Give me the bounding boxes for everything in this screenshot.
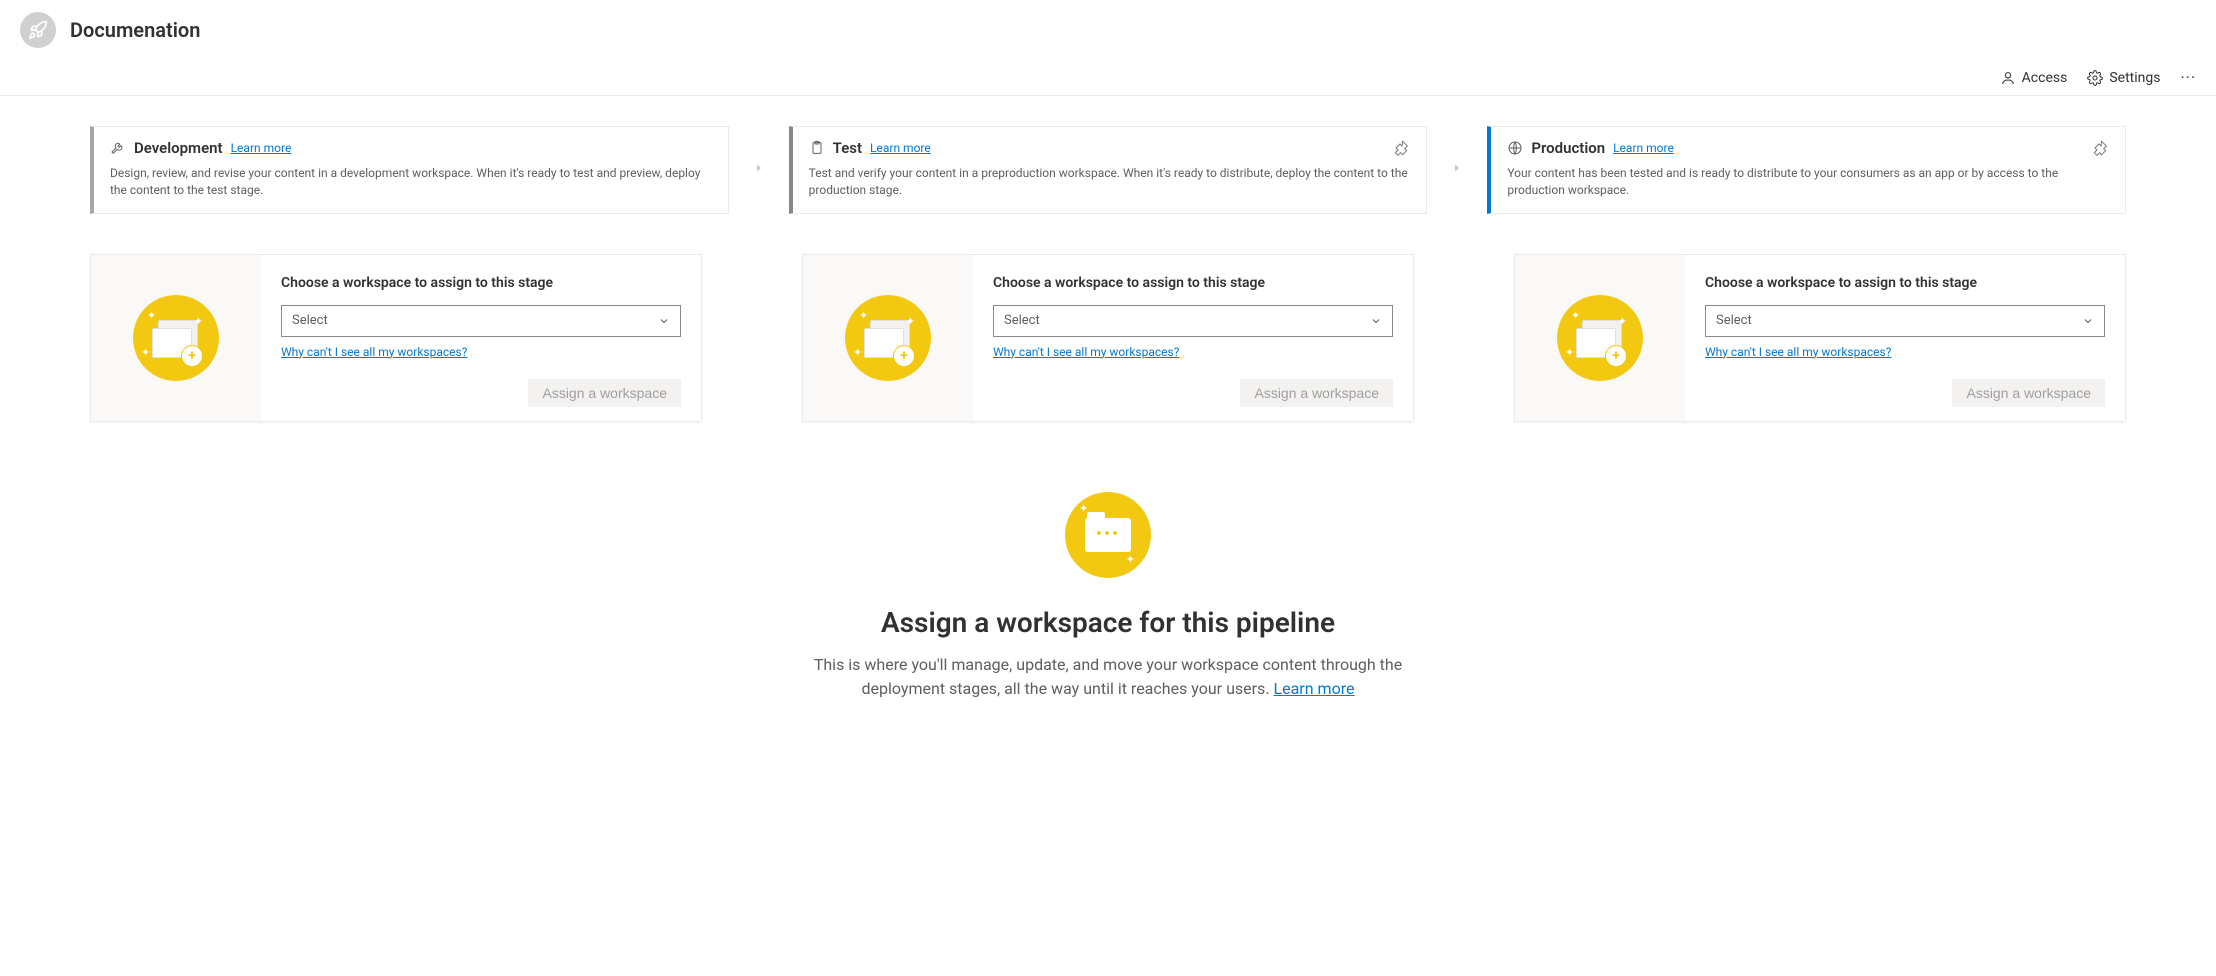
learn-more-prod[interactable]: Learn more — [1613, 141, 1674, 155]
empty-learn-more[interactable]: Learn more — [1274, 679, 1355, 698]
workspace-title: Choose a workspace to assign to this sta… — [1705, 275, 2105, 291]
wrench-icon — [110, 140, 126, 156]
workspace-select-dev[interactable]: Select — [281, 305, 681, 337]
settings-button[interactable]: Settings — [2087, 70, 2160, 86]
stage-name-test: Test — [833, 139, 862, 157]
workspace-help-link[interactable]: Why can't I see all my workspaces? — [281, 345, 681, 359]
workspace-title: Choose a workspace to assign to this sta… — [281, 275, 681, 291]
stage-desc-prod: Your content has been tested and is read… — [1507, 165, 2109, 199]
stage-card-production[interactable]: Production Learn more Your content has b… — [1487, 126, 2126, 214]
stage-desc-test: Test and verify your content in a prepro… — [809, 165, 1411, 199]
empty-state-title: Assign a workspace for this pipeline — [881, 606, 1335, 639]
pipeline-icon — [20, 12, 56, 48]
learn-more-test[interactable]: Learn more — [870, 141, 931, 155]
workspace-select-test[interactable]: Select — [993, 305, 1393, 337]
workspace-select-prod[interactable]: Select — [1705, 305, 2105, 337]
learn-more-dev[interactable]: Learn more — [231, 141, 292, 155]
rules-icon[interactable] — [2093, 140, 2109, 156]
workspace-illustration: + ✦ ✦ ✦ — [1557, 295, 1643, 381]
workspace-card-prod: + ✦ ✦ ✦ Choose a workspace to assign to … — [1514, 254, 2126, 422]
assign-workspace-button-test[interactable]: Assign a workspace — [1240, 379, 1393, 407]
stage-card-test[interactable]: Test Learn more Test and verify your con… — [789, 126, 1428, 214]
select-placeholder: Select — [1004, 313, 1040, 328]
workspace-illustration: + ✦ ✦ ✦ — [845, 295, 931, 381]
clipboard-icon — [809, 140, 825, 156]
stage-card-development[interactable]: Development Learn more Design, review, a… — [90, 126, 729, 214]
stage-desc-dev: Design, review, and revise your content … — [110, 165, 712, 199]
select-placeholder: Select — [1716, 313, 1752, 328]
empty-state-desc: This is where you'll manage, update, and… — [788, 653, 1428, 701]
more-button[interactable]: ··· — [2180, 68, 2196, 87]
chevron-down-icon — [658, 315, 670, 327]
stage-name-prod: Production — [1531, 139, 1605, 157]
settings-label: Settings — [2109, 70, 2160, 86]
select-placeholder: Select — [292, 313, 328, 328]
empty-state-illustration: ••• ✦ ✦ — [1065, 492, 1151, 578]
assign-workspace-button-dev[interactable]: Assign a workspace — [528, 379, 681, 407]
workspace-title: Choose a workspace to assign to this sta… — [993, 275, 1393, 291]
person-icon — [2000, 70, 2016, 86]
workspace-illustration: + ✦ ✦ ✦ — [133, 295, 219, 381]
workspace-card-dev: + ✦ ✦ ✦ Choose a workspace to assign to … — [90, 254, 702, 422]
rules-icon[interactable] — [1394, 140, 1410, 156]
stage-arrow — [1427, 126, 1487, 210]
stage-arrow — [729, 126, 789, 210]
stage-name-dev: Development — [134, 139, 223, 157]
workspace-card-test: + ✦ ✦ ✦ Choose a workspace to assign to … — [802, 254, 1414, 422]
chevron-down-icon — [2082, 315, 2094, 327]
assign-workspace-button-prod[interactable]: Assign a workspace — [1952, 379, 2105, 407]
gear-icon — [2087, 70, 2103, 86]
access-button[interactable]: Access — [2000, 70, 2068, 86]
globe-icon — [1507, 140, 1523, 156]
access-label: Access — [2022, 70, 2068, 86]
chevron-down-icon — [1370, 315, 1382, 327]
page-title: Documenation — [70, 18, 200, 42]
workspace-help-link[interactable]: Why can't I see all my workspaces? — [993, 345, 1393, 359]
workspace-help-link[interactable]: Why can't I see all my workspaces? — [1705, 345, 2105, 359]
